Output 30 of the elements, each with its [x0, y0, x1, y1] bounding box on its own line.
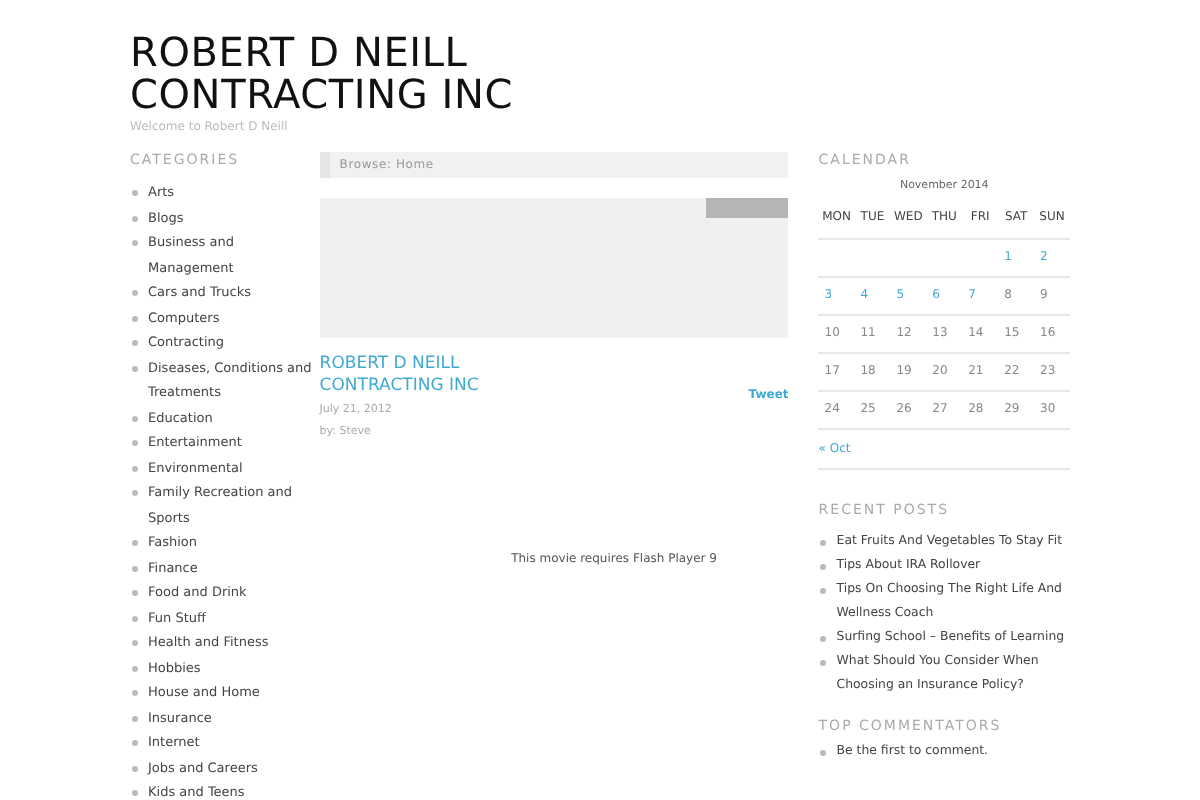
- bullet-icon: [132, 640, 138, 646]
- bullet-icon: [132, 490, 138, 496]
- bullet-icon: [132, 415, 138, 421]
- bullet-icon: [132, 665, 138, 671]
- bullet-icon: [820, 750, 827, 756]
- bullet-icon: [132, 715, 138, 721]
- bullet-icon: [132, 790, 138, 796]
- slider-tab[interactable]: [706, 198, 789, 218]
- bullet-icon: [132, 365, 138, 371]
- bullet-icon: [132, 765, 138, 771]
- bullet-icon: [820, 564, 827, 570]
- bullet-icon: [132, 565, 138, 571]
- bullet-icon: [820, 660, 827, 666]
- bullet-icon: [132, 440, 138, 446]
- bullet-icon: [820, 588, 827, 594]
- bullet-icon: [132, 340, 138, 346]
- bullet-icon: [132, 290, 138, 296]
- bullet-icon: [132, 590, 138, 596]
- bullet-icon: [132, 540, 138, 546]
- bullet-icon: [132, 215, 138, 221]
- bullet-icon: [820, 540, 827, 546]
- bullet-icon: [132, 690, 138, 696]
- bullet-icon: [132, 740, 138, 746]
- bullet-icon: [132, 315, 138, 321]
- bullet-icon: [132, 615, 138, 621]
- bullet-icon: [132, 465, 138, 471]
- site-title[interactable]: ROBERT D NEILL CONTRACTING INC: [130, 32, 650, 116]
- bullet-icon: [132, 240, 138, 246]
- bullet-icon: [132, 190, 138, 196]
- bullet-icon: [820, 636, 827, 642]
